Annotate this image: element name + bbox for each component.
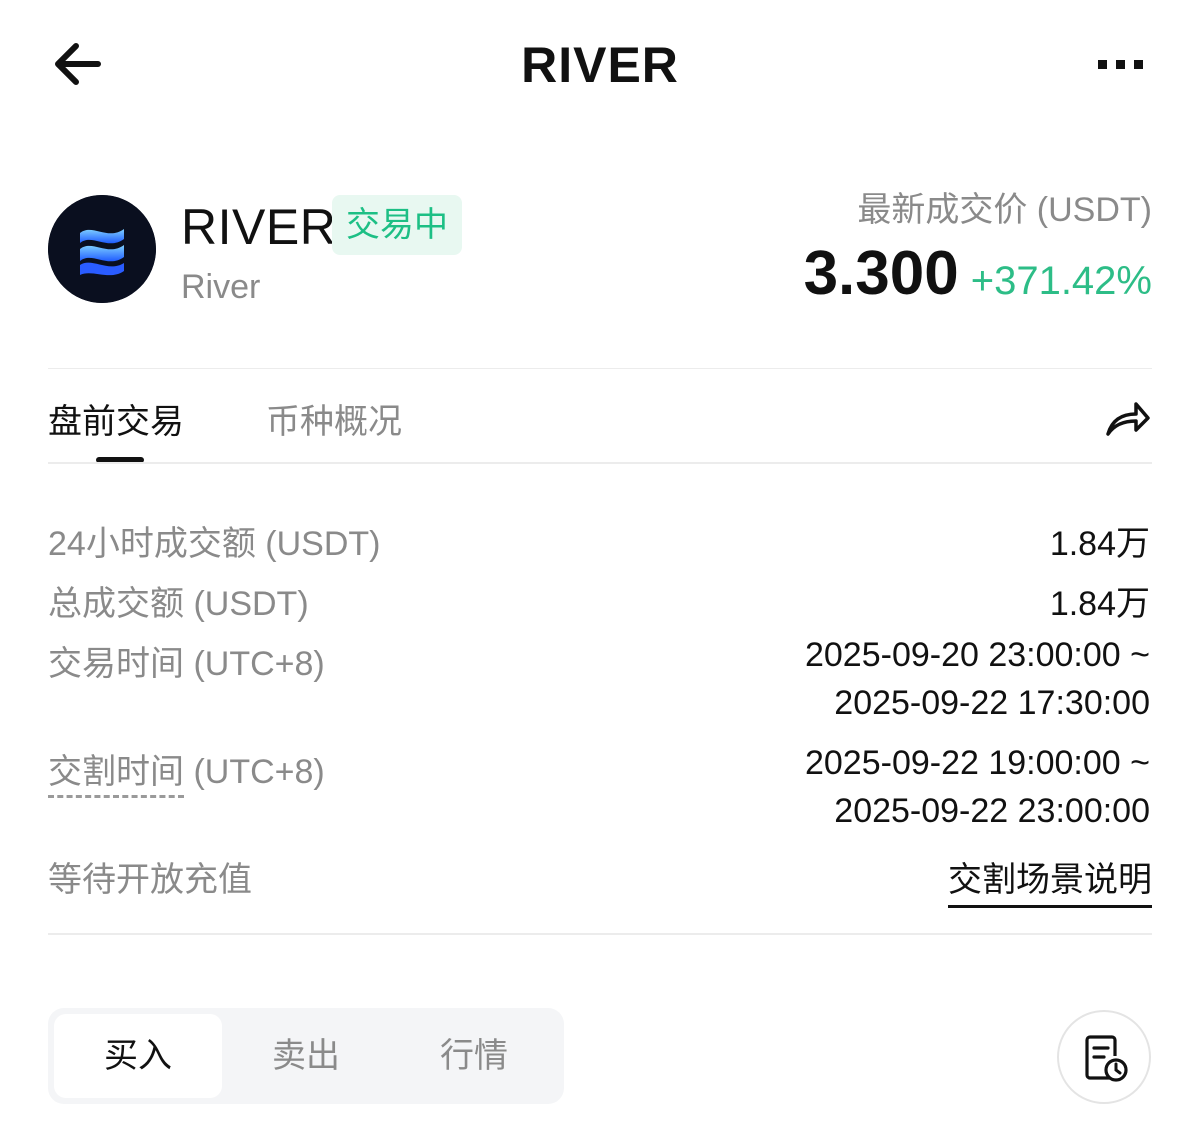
coin-name: River: [181, 268, 261, 306]
divider: [48, 933, 1152, 935]
trading-time-label: 交易时间 (UTC+8): [48, 636, 325, 685]
status-badge: 交易中: [332, 195, 462, 255]
pre-market-detail-page: RIVER RIVER 交易中 River 最新成交价 (USDT) 3.300…: [0, 0, 1200, 1135]
price-change: +371.42%: [970, 259, 1152, 303]
share-button[interactable]: [1104, 396, 1152, 440]
delivery-time-label-tz: (UTC+8): [184, 753, 325, 791]
share-icon: [1106, 402, 1150, 436]
tab-pre-market-trading[interactable]: 盘前交易: [48, 394, 184, 443]
sell-tab[interactable]: 卖出: [222, 1014, 390, 1098]
coin-logo: [48, 195, 156, 303]
trading-time-label-tz: (UTC+8): [184, 645, 325, 683]
delivery-scenario-link[interactable]: 交割场景说明: [948, 852, 1152, 908]
price-row: 3.300 +371.42%: [804, 238, 1152, 309]
more-dots-icon: [1098, 60, 1143, 69]
total-volume-value: 1.84万: [1049, 585, 1150, 623]
trading-time-start: 2025-09-20 23:00:00 ~: [804, 636, 1150, 674]
trading-time-label-main: 交易时间: [48, 645, 184, 683]
delivery-time-tooltip-trigger[interactable]: 交割时间: [48, 753, 184, 798]
tabs-divider: [48, 462, 1152, 464]
top-nav: RIVER: [0, 0, 1200, 130]
volume-24h-label: 24小时成交额 (USDT): [48, 525, 381, 563]
tab-coin-overview[interactable]: 币种概况: [266, 394, 402, 443]
deposit-status: 等待开放充值: [48, 861, 252, 899]
total-volume-label: 总成交额 (USDT): [48, 585, 309, 623]
market-tab[interactable]: 行情: [390, 1014, 558, 1098]
more-button[interactable]: [1092, 48, 1152, 80]
order-history-button[interactable]: [1057, 1010, 1151, 1104]
action-segmented-control: 买入 卖出 行情: [48, 1008, 564, 1104]
delivery-time-label: 交割时间 (UTC+8): [48, 744, 325, 798]
volume-24h-value: 1.84万: [1049, 525, 1150, 563]
price-label: 最新成交价 (USDT): [857, 191, 1152, 229]
trading-time-end: 2025-09-22 17:30:00: [834, 684, 1150, 722]
last-price: 3.300: [803, 239, 959, 308]
buy-tab[interactable]: 买入: [54, 1014, 222, 1098]
coin-symbol: RIVER: [181, 199, 337, 255]
delivery-time-end: 2025-09-22 23:00:00: [834, 792, 1150, 830]
delivery-time-start: 2025-09-22 19:00:00 ~: [804, 744, 1150, 782]
river-logo-icon: [48, 195, 156, 303]
order-history-icon: [1085, 1035, 1128, 1082]
page-title: RIVER: [521, 37, 679, 93]
divider: [48, 368, 1152, 369]
